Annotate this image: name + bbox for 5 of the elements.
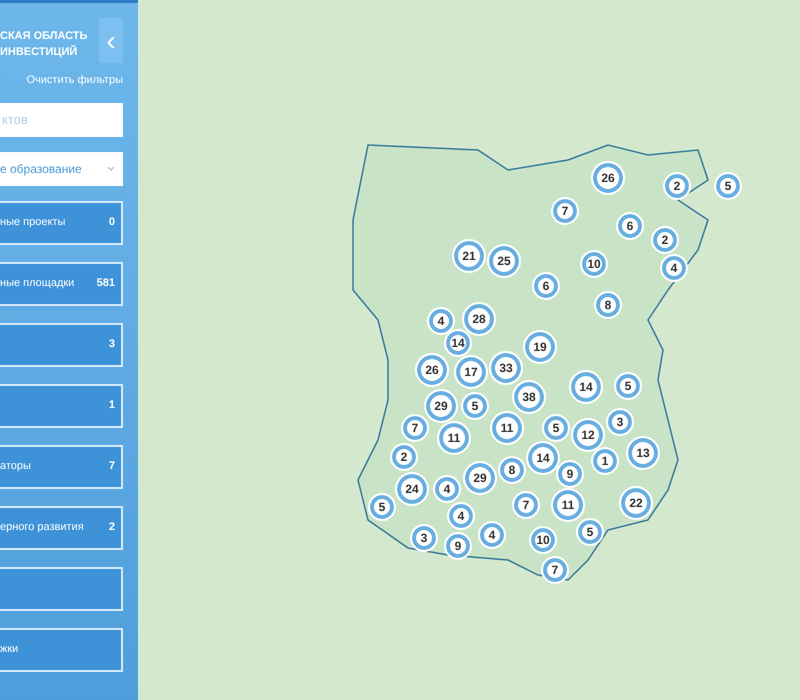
region-title: ИНВЕСТИЦИЙ xyxy=(0,44,78,60)
category-button[interactable] xyxy=(0,566,123,610)
region-title: СКАЯ ОБЛАСТЬ xyxy=(0,29,88,44)
search-field[interactable]: ктов xyxy=(0,102,123,136)
chevron-down-icon xyxy=(107,166,115,171)
